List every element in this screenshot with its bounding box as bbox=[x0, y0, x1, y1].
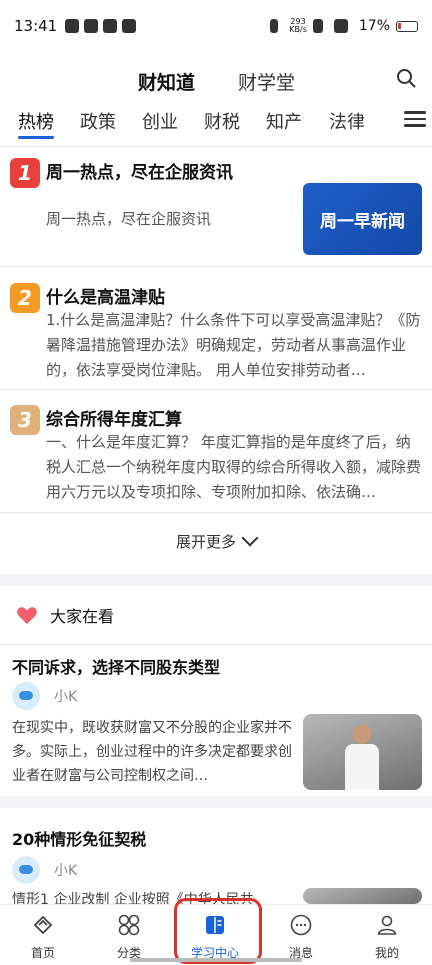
article-title: 不同诉求，选择不同股东类型 bbox=[12, 658, 221, 677]
tab-messages[interactable]: 消息 bbox=[258, 905, 344, 965]
status-bar: 13:41 293 KB/s 17% bbox=[0, 0, 432, 52]
section-gap bbox=[0, 574, 432, 586]
divider bbox=[0, 146, 432, 147]
category-tax[interactable]: 财税 bbox=[204, 108, 240, 134]
status-time: 13:41 bbox=[14, 17, 58, 35]
hot-summary: 1.什么是高温津贴？什么条件下可以享受高温津贴？《防暑降温措施管理办法》明确规定… bbox=[46, 311, 421, 379]
tab-home[interactable]: 首页 bbox=[0, 905, 86, 965]
expand-more-button[interactable]: 展开更多 bbox=[0, 529, 432, 552]
heart-icon bbox=[17, 607, 37, 625]
chevron-down-icon bbox=[241, 529, 259, 547]
wifi-icon bbox=[333, 19, 348, 33]
tiktok-icon bbox=[103, 19, 118, 33]
section-gap bbox=[0, 796, 432, 808]
tab-mine[interactable]: 我的 bbox=[344, 905, 430, 965]
active-tab-indicator bbox=[18, 136, 54, 139]
section-header: 大家在看 bbox=[16, 603, 114, 627]
divider bbox=[0, 266, 432, 267]
expand-more-label: 展开更多 bbox=[175, 533, 236, 551]
article-title: 20种情形免征契税 bbox=[12, 830, 147, 849]
tab-category[interactable]: 分类 bbox=[86, 905, 172, 965]
tab-label: 首页 bbox=[30, 946, 55, 960]
mail-icon bbox=[84, 19, 99, 33]
section-title: 大家在看 bbox=[50, 607, 115, 626]
article-thumbnail bbox=[303, 714, 422, 790]
rank-badge: 3 bbox=[10, 405, 40, 435]
thumbnail-text: 周一早新闻 bbox=[320, 211, 405, 232]
user-icon bbox=[377, 915, 397, 935]
divider bbox=[0, 512, 432, 513]
author-name: 小K bbox=[54, 689, 78, 705]
avatar bbox=[12, 856, 40, 884]
hot-summary: 一、什么是年度汇算？ 年度汇算指的是年度终了后，纳税人汇总一个纳税年度内取得的综… bbox=[46, 433, 422, 501]
category-tabs: 热榜 政策 创业 财税 知产 法律 bbox=[0, 104, 432, 142]
article-thumbnail bbox=[303, 888, 422, 904]
net-speed-unit: KB/s bbox=[289, 25, 307, 34]
home-indicator bbox=[130, 958, 302, 962]
hot-title: 周一热点，尽在企服资讯 bbox=[46, 163, 233, 183]
top-nav: 财知道 财学堂 bbox=[0, 58, 432, 102]
category-startup[interactable]: 创业 bbox=[142, 108, 178, 134]
hot-summary: 周一热点，尽在企服资讯 bbox=[46, 210, 212, 228]
hot-title: 综合所得年度汇算 bbox=[46, 410, 182, 430]
tab-label: 我的 bbox=[374, 946, 399, 960]
divider bbox=[0, 644, 432, 645]
rank-badge: 1 bbox=[10, 158, 40, 188]
rank-badge: 2 bbox=[10, 283, 40, 313]
article-author: 小K bbox=[12, 856, 77, 884]
tab-cai-xuetang[interactable]: 财学堂 bbox=[238, 68, 295, 95]
net-speed: 293 KB/s bbox=[289, 18, 307, 34]
category-hot[interactable]: 热榜 bbox=[18, 108, 54, 134]
category-ip[interactable]: 知产 bbox=[266, 108, 302, 134]
search-icon[interactable] bbox=[396, 68, 416, 88]
grid-icon bbox=[118, 914, 140, 936]
news-thumbnail: 周一早新闻 bbox=[303, 183, 422, 255]
app-icon bbox=[122, 19, 137, 33]
battery-percent: 17% bbox=[358, 18, 390, 34]
hot-title: 什么是高温津贴 bbox=[46, 288, 165, 308]
home-icon bbox=[33, 915, 53, 935]
sim-icon bbox=[312, 19, 323, 33]
battery-icon bbox=[396, 20, 418, 32]
author-name: 小K bbox=[54, 863, 78, 879]
article-author: 小K bbox=[12, 682, 77, 710]
category-law[interactable]: 法律 bbox=[329, 108, 365, 134]
notification-icon bbox=[65, 19, 80, 33]
avatar bbox=[12, 682, 40, 710]
category-policy[interactable]: 政策 bbox=[80, 108, 116, 134]
message-icon bbox=[290, 914, 312, 936]
article-summary: 在现实中，既收获财富又不分股的企业家并不多。实际上，创业过程中的许多决定都要求创… bbox=[12, 720, 292, 784]
vibrate-icon bbox=[270, 19, 279, 33]
divider bbox=[0, 389, 432, 390]
menu-icon[interactable] bbox=[404, 108, 426, 130]
tab-cai-zhidao[interactable]: 财知道 bbox=[138, 68, 195, 95]
highlight-box bbox=[174, 898, 262, 964]
